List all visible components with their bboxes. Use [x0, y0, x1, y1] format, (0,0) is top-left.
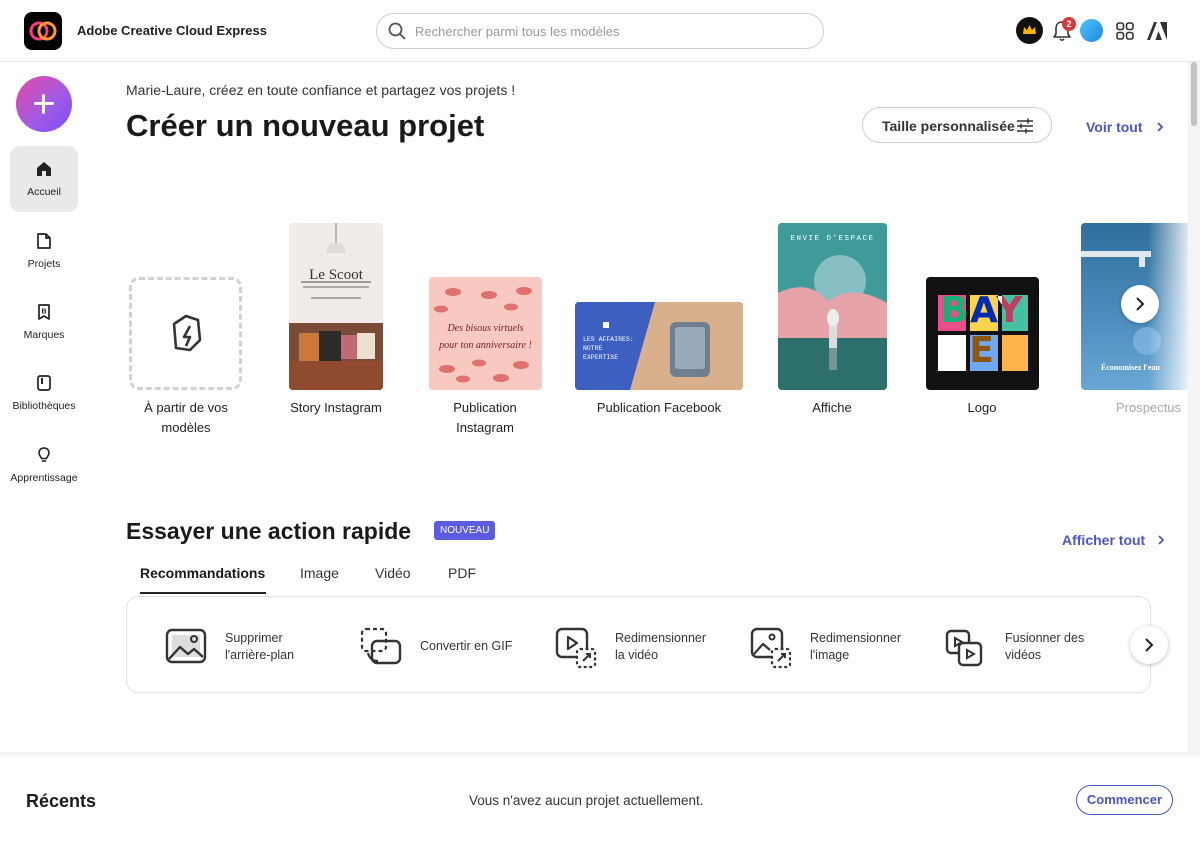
app-name: Adobe Creative Cloud Express	[77, 23, 267, 38]
create-new-button[interactable]	[16, 76, 72, 132]
sliders-icon	[1017, 118, 1033, 134]
quick-action-label: Convertir en GIF	[420, 639, 513, 653]
notification-count-badge: 2	[1062, 17, 1076, 31]
quick-action-remove-background[interactable]: Supprimer l'arrière-plan	[165, 597, 345, 694]
page-title: Créer un nouveau projet	[126, 108, 485, 143]
sidebar-item-accueil[interactable]: Accueil	[10, 146, 78, 212]
quick-actions-panel: Supprimer l'arrière-plan Convertir en GIF…	[126, 596, 1151, 693]
remove-background-icon	[165, 628, 207, 664]
top-bar: Adobe Creative Cloud Express 2	[0, 0, 1200, 62]
template-card-publication-instagram[interactable]: Des bisous virtuels pour ton anniversair…	[429, 277, 542, 390]
search-icon	[388, 22, 406, 40]
home-icon	[37, 162, 51, 176]
quick-action-label: Supprimer l'arrière-plan	[225, 631, 295, 662]
chevron-right-icon	[1158, 535, 1165, 545]
sidebar-item-marques[interactable]: B Marques	[10, 289, 78, 355]
templates-next-button[interactable]	[1121, 285, 1159, 323]
library-icon	[37, 375, 51, 391]
template-card-story-instagram[interactable]: Le Scoot	[289, 223, 383, 390]
template-label: Logo	[967, 400, 997, 415]
chevron-right-icon	[1136, 297, 1145, 311]
apps-grid-icon[interactable]	[1116, 22, 1134, 40]
template-label: Publication Facebook	[596, 400, 722, 415]
resize-video-icon	[555, 627, 597, 669]
sidebar-item-label: Marques	[23, 329, 65, 341]
template-card-logo[interactable]: BAYE	[926, 277, 1039, 390]
tab-image[interactable]: Image	[300, 565, 339, 581]
sidebar-item-bibliotheques[interactable]: Bibliothèques	[10, 360, 78, 426]
resize-image-icon	[750, 627, 792, 669]
crown-icon	[1023, 25, 1036, 34]
recents-title: Récents	[26, 791, 97, 811]
greeting-text: Marie-Laure, créez en toute confiance et…	[126, 82, 516, 98]
sidebar-item-label: Projets	[27, 258, 61, 270]
search-bar[interactable]	[376, 13, 824, 49]
template-label: Story Instagram	[290, 400, 382, 415]
view-all-label: Voir tout	[1086, 119, 1143, 135]
start-button[interactable]: Commencer	[1076, 785, 1173, 815]
quick-action-convert-gif[interactable]: Convertir en GIF	[360, 597, 540, 694]
sidebar-item-projets[interactable]: Projets	[10, 218, 78, 284]
tab-recommandations[interactable]: Recommandations	[140, 565, 265, 581]
template-card-publication-facebook[interactable]: LES AFFAIRES: NOTRE EXPERTISE	[575, 302, 743, 390]
chevron-right-icon	[1145, 638, 1154, 652]
sidebar-item-label: Apprentissage	[10, 472, 78, 484]
show-all-link[interactable]: Afficher tout	[1062, 532, 1165, 548]
template-label: À partir de vos modèles	[144, 400, 228, 435]
file-icon	[37, 233, 51, 249]
template-label: Affiche	[812, 400, 852, 415]
new-badge: NOUVEAU	[434, 521, 496, 540]
quick-action-label: Redimensionner l'image	[810, 631, 902, 662]
custom-size-label: Taille personnalisée	[882, 118, 1015, 134]
template-card-affiche[interactable]: ENVIE D'ESPACE	[778, 223, 887, 390]
search-input[interactable]	[415, 22, 815, 40]
sidebar: Accueil Projets B Marques Bibliothèques …	[0, 62, 88, 752]
scrollbar-thumb[interactable]	[1191, 62, 1197, 126]
chevron-right-icon	[1157, 122, 1164, 132]
poster-thumbnail	[778, 223, 887, 390]
quick-action-resize-video[interactable]: Redimensionner la vidéo	[555, 597, 735, 694]
template-lightning-icon	[172, 314, 202, 352]
story-thumbnail	[289, 223, 383, 390]
poster-thumb-text: ENVIE D'ESPACE	[790, 235, 875, 243]
sidebar-item-label: Accueil	[27, 186, 61, 198]
user-avatar[interactable]	[1080, 19, 1103, 42]
page-scrollbar[interactable]	[1188, 62, 1200, 752]
creative-cloud-express-logo[interactable]	[24, 12, 62, 50]
story-thumb-title: Le Scoot	[309, 267, 363, 283]
active-tab-indicator	[140, 592, 266, 594]
facebook-thumb-text: LES AFFAIRES: NOTRE EXPERTISE	[583, 336, 634, 361]
convert-gif-icon	[360, 627, 402, 665]
tab-video[interactable]: Vidéo	[375, 565, 411, 581]
adobe-logo-icon[interactable]	[1146, 20, 1168, 42]
sidebar-item-apprentissage[interactable]: Apprentissage	[10, 432, 78, 498]
template-label: Publication Instagram	[453, 400, 517, 435]
brand-icon: B	[38, 304, 50, 320]
lightbulb-icon	[38, 447, 50, 462]
quick-action-merge-videos[interactable]: Fusionner des vidéos	[945, 597, 1125, 694]
recents-divider	[0, 752, 1200, 757]
template-card-from-templates[interactable]	[129, 277, 242, 390]
logo-thumb-text: BAYE	[940, 290, 1025, 371]
premium-crown-button[interactable]	[1016, 17, 1043, 44]
view-all-link[interactable]: Voir tout	[1086, 119, 1164, 135]
merge-videos-icon	[945, 629, 983, 667]
quick-actions-title: Essayer une action rapide	[126, 518, 412, 544]
sidebar-item-label: Bibliothèques	[12, 400, 76, 412]
quick-action-label: Fusionner des vidéos	[1005, 631, 1085, 662]
recents-empty-message: Vous n'avez aucun projet actuellement.	[469, 793, 704, 808]
custom-size-button[interactable]: Taille personnalisée	[862, 107, 1052, 143]
show-all-label: Afficher tout	[1062, 532, 1146, 548]
quick-action-resize-image[interactable]: Redimensionner l'image	[750, 597, 930, 694]
quick-action-label: Redimensionner la vidéo	[615, 631, 707, 662]
template-label: Prospectus	[1116, 400, 1182, 415]
instagram-thumb-text: Des bisous virtuels pour ton anniversair…	[439, 323, 532, 351]
quick-actions-next-button[interactable]	[1130, 626, 1168, 664]
tab-pdf[interactable]: PDF	[448, 565, 476, 581]
svg-text:B: B	[41, 309, 46, 316]
